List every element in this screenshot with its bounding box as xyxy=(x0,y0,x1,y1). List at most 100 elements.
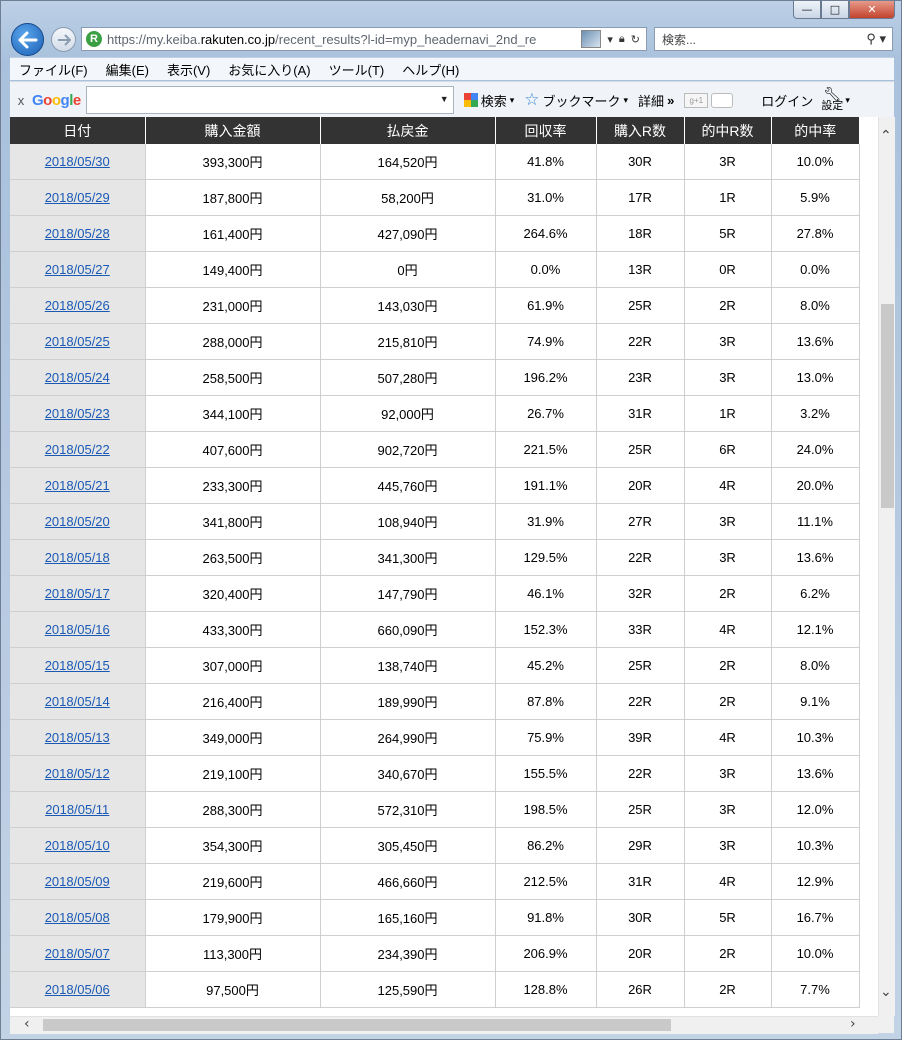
dropdown-arrow-icon[interactable]: ▾ xyxy=(607,33,613,46)
table-cell: 0.0% xyxy=(494,251,597,288)
maximize-button[interactable]: □ xyxy=(821,1,849,19)
table-cell: 10.0% xyxy=(770,935,860,972)
close-button[interactable]: ✕ xyxy=(849,1,895,19)
chevron-down-icon[interactable]: ▼ xyxy=(440,94,449,104)
date-link[interactable]: 2018/05/17 xyxy=(45,586,110,601)
menu-item[interactable]: 表示(V) xyxy=(158,60,219,79)
table-cell: 341,800円 xyxy=(144,503,321,540)
plus-one-button[interactable]: g+1 xyxy=(684,92,734,108)
date-link[interactable]: 2018/05/22 xyxy=(45,442,110,457)
date-link[interactable]: 2018/05/12 xyxy=(45,766,110,781)
date-link[interactable]: 2018/05/28 xyxy=(45,226,110,241)
date-link[interactable]: 2018/05/25 xyxy=(45,334,110,349)
table-cell: 12.9% xyxy=(770,863,860,900)
date-link[interactable]: 2018/05/13 xyxy=(45,730,110,745)
table-cell: 29R xyxy=(595,827,685,864)
table-cell: 288,000円 xyxy=(144,323,321,360)
table-cell: 26R xyxy=(595,971,685,1008)
date-link[interactable]: 2018/05/14 xyxy=(45,694,110,709)
scroll-down-icon[interactable]: ⌄ xyxy=(880,985,892,999)
table-cell: 231,000円 xyxy=(144,287,321,324)
date-link[interactable]: 2018/05/21 xyxy=(45,478,110,493)
horizontal-scroll-thumb[interactable] xyxy=(43,1019,671,1031)
table-cell: 196.2% xyxy=(494,359,597,396)
scroll-left-icon[interactable]: ‹ xyxy=(24,1017,30,1031)
table-cell: 155.5% xyxy=(494,755,597,792)
minimize-button[interactable]: — xyxy=(793,1,821,19)
table-cell: 2R xyxy=(683,935,772,972)
toolbar-close-icon[interactable]: x xyxy=(10,93,32,108)
date-link[interactable]: 2018/05/27 xyxy=(45,262,110,277)
horizontal-scrollbar[interactable]: ‹ › xyxy=(10,1016,878,1034)
date-link[interactable]: 2018/05/23 xyxy=(45,406,110,421)
date-cell: 2018/05/13 xyxy=(10,719,146,756)
date-link[interactable]: 2018/05/26 xyxy=(45,298,110,313)
date-link[interactable]: 2018/05/15 xyxy=(45,658,110,673)
detail-button[interactable]: 詳細 » xyxy=(638,91,674,110)
scroll-up-icon[interactable]: ⌃ xyxy=(880,129,892,143)
date-link[interactable]: 2018/05/16 xyxy=(45,622,110,637)
forward-button[interactable] xyxy=(51,27,76,52)
table-cell: 23R xyxy=(595,359,685,396)
table-cell: 264,990円 xyxy=(319,719,496,756)
google-toolbar: x Google ▼ 検索 ▾ ☆ ブックマーク ▾ 詳細 » g+1 ログイン 🔧… xyxy=(10,81,894,118)
bookmark-button[interactable]: ☆ ブックマーク ▾ xyxy=(524,90,628,110)
table-cell: 108,940円 xyxy=(319,503,496,540)
date-cell: 2018/05/24 xyxy=(10,359,146,396)
back-button[interactable] xyxy=(11,23,44,56)
date-cell: 2018/05/28 xyxy=(10,215,146,252)
google-search-input[interactable]: ▼ xyxy=(85,86,454,114)
scroll-right-icon[interactable]: › xyxy=(850,1017,856,1031)
table-cell: 466,660円 xyxy=(319,863,496,900)
table-cell: 16.7% xyxy=(770,899,860,936)
menu-item[interactable]: ファイル(F) xyxy=(10,60,97,79)
menu-item[interactable]: 編集(E) xyxy=(97,60,158,79)
google-search-button[interactable]: 検索 ▾ xyxy=(463,91,514,110)
menu-item[interactable]: ヘルプ(H) xyxy=(393,60,468,79)
lock-icon[interactable]: 🔒︎ xyxy=(619,32,625,46)
date-cell: 2018/05/18 xyxy=(10,539,146,576)
menu-item[interactable]: ツール(T) xyxy=(320,60,394,79)
site-image-icon[interactable] xyxy=(581,30,602,48)
date-link[interactable]: 2018/05/06 xyxy=(45,982,110,997)
date-link[interactable]: 2018/05/08 xyxy=(45,910,110,925)
date-link[interactable]: 2018/05/10 xyxy=(45,838,110,853)
table-cell: 206.9% xyxy=(494,935,597,972)
date-link[interactable]: 2018/05/29 xyxy=(45,190,110,205)
table-cell: 3R xyxy=(683,755,772,792)
vertical-scrollbar[interactable]: ⌃ ⌄ xyxy=(878,117,895,1016)
refresh-icon[interactable]: ↻ xyxy=(631,33,640,46)
date-link[interactable]: 2018/05/30 xyxy=(45,154,110,169)
table-cell: 354,300円 xyxy=(144,827,321,864)
table-cell: 264.6% xyxy=(494,215,597,252)
login-button[interactable]: ログイン xyxy=(761,91,813,110)
table-cell: 143,030円 xyxy=(319,287,496,324)
search-icon[interactable]: ⚲ ▾ xyxy=(866,31,886,47)
table-row: 2018/05/20 341,800円 108,940円 31.9% 27R 3R 11.1… xyxy=(10,503,860,540)
settings-label: 設定 xyxy=(821,100,844,112)
menu-item[interactable]: お気に入り(A) xyxy=(219,60,319,79)
detail-label: 詳細 xyxy=(638,93,665,109)
date-cell: 2018/05/06 xyxy=(10,971,146,1008)
table-cell: 12.0% xyxy=(770,791,860,828)
table-cell: 33R xyxy=(595,611,685,648)
table-cell: 3R xyxy=(683,144,772,180)
date-link[interactable]: 2018/05/07 xyxy=(45,946,110,961)
table-cell: 6.2% xyxy=(770,575,860,612)
settings-dropdown-icon[interactable]: ▾ xyxy=(845,95,850,106)
date-link[interactable]: 2018/05/24 xyxy=(45,370,110,385)
date-link[interactable]: 2018/05/20 xyxy=(45,514,110,529)
table-cell: 31.9% xyxy=(494,503,597,540)
settings-button[interactable]: 🔧︎ 設定 xyxy=(821,87,844,112)
table-cell: 45.2% xyxy=(494,647,597,684)
date-link[interactable]: 2018/05/18 xyxy=(45,550,110,565)
search-box[interactable]: 検索... ⚲ ▾ xyxy=(654,27,893,51)
table-cell: 8.0% xyxy=(770,647,860,684)
vertical-scroll-thumb[interactable] xyxy=(881,304,894,508)
date-link[interactable]: 2018/05/09 xyxy=(45,874,110,889)
address-bar[interactable]: R https://my.keiba.rakuten.co.jp/recent_… xyxy=(81,27,647,51)
date-link[interactable]: 2018/05/11 xyxy=(45,802,109,817)
more-icon: » xyxy=(667,92,675,108)
site-favicon-icon: R xyxy=(86,31,102,47)
table-cell: 138,740円 xyxy=(319,647,496,684)
